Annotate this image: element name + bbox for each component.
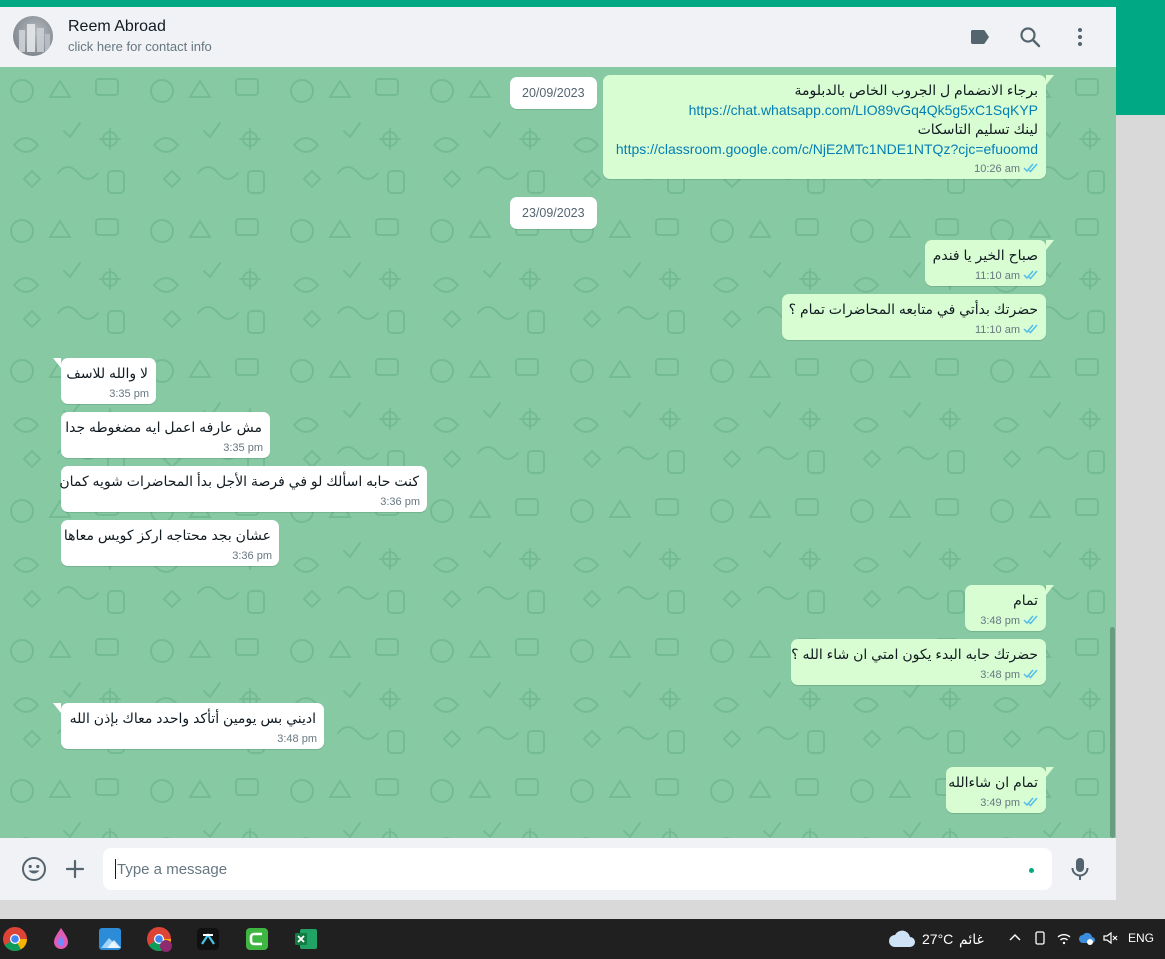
message-text: صباح الخير يا فندم (932, 247, 1038, 263)
chrome-profile-icon[interactable] (144, 924, 174, 954)
bubble-tail (1046, 240, 1054, 250)
incoming-message[interactable]: لا والله للاسف 3:35 pm (53, 358, 156, 404)
read-receipt-icon (1023, 163, 1038, 173)
bubble-tail (53, 358, 61, 368)
attach-icon[interactable] (63, 857, 87, 881)
contact-info-hint[interactable]: click here for contact info (68, 39, 212, 54)
message-meta: 3:48 pm (980, 614, 1039, 627)
volume-muted-icon[interactable] (1101, 929, 1119, 947)
read-receipt-icon (1023, 797, 1038, 807)
message-text: مش عارفه اعمل ايه مضغوطه جدا (65, 419, 262, 435)
message-text: اديني بس يومين أتأكد واحدد معاك بإذن الل… (69, 710, 316, 726)
message-time: 10:26 am (974, 163, 1020, 175)
weather-widget[interactable]: 27°C غائم (888, 927, 988, 951)
chrome-icon[interactable] (0, 924, 30, 954)
input-language[interactable]: ENG (1128, 931, 1154, 945)
background-side-panel (1116, 0, 1165, 959)
read-receipt-icon (1023, 324, 1038, 334)
message-text: تمام (1013, 592, 1038, 608)
wifi-icon[interactable] (1055, 929, 1073, 947)
contact-name[interactable]: Reem Abroad (68, 18, 166, 36)
incoming-message[interactable]: مش عارفه اعمل ايه مضغوطه جدا 3:35 pm (61, 412, 270, 458)
message-time: 11:10 am (974, 269, 1020, 282)
read-receipt-icon (1023, 270, 1038, 280)
message-composer (0, 838, 1116, 900)
outgoing-message[interactable]: تمام ان شاءالله 3:49 pm (946, 767, 1054, 813)
read-receipt-icon (1023, 615, 1038, 625)
message-meta: 3:48 pm (980, 668, 1039, 681)
message-meta: 10:26 am (974, 162, 1039, 175)
message-time: 3:36 pm (380, 495, 420, 508)
message-time: 3:48 pm (277, 732, 317, 745)
message-link[interactable]: https://chat.whatsapp.com/LIO89vGq4Qk5g5… (612, 101, 1038, 121)
message-list[interactable]: 20/09/2023 23/09/2023 برجاء الانضمام ل ا… (0, 67, 1116, 838)
outgoing-message[interactable]: برجاء الانضمام ل الجروب الخاص بالدبلومة … (603, 75, 1054, 179)
message-text: حضرتك حابه البدء يكون امتي ان شاء الله ؟ (791, 646, 1038, 662)
cloud-sync-icon[interactable] (1078, 929, 1096, 947)
bubble-tail (53, 703, 61, 713)
message-meta: 11:10 am (975, 323, 1039, 336)
message-time: 3:48 pm (980, 668, 1020, 681)
message-meta: 3:49 pm (980, 796, 1039, 809)
incoming-message[interactable]: عشان بجد محتاجه اركز كويس معاها 3:36 pm (61, 520, 279, 566)
message-text: عشان بجد محتاجه اركز كويس معاها (63, 527, 271, 543)
read-receipt-icon (1023, 669, 1038, 679)
chat-scrollbar[interactable] (1110, 627, 1115, 838)
message-text: لينك تسليم التاسكات (917, 121, 1038, 137)
date-separator: 20/09/2023 (510, 77, 597, 109)
weather-condition: غائم (959, 931, 984, 947)
message-time: 3:36 pm (232, 549, 272, 562)
emoji-icon[interactable] (21, 856, 47, 882)
outgoing-message[interactable]: حضرتك حابه البدء يكون امتي ان شاء الله ؟… (791, 639, 1046, 685)
message-time: 3:35 pm (223, 441, 263, 454)
input-status-dot (1029, 868, 1034, 873)
outgoing-message[interactable]: تمام 3:48 pm (965, 585, 1054, 631)
label-icon[interactable] (968, 25, 992, 49)
message-text: كنت حابه اسألك لو في فرصة الأجل بدأ المح… (59, 473, 419, 489)
chat-header[interactable]: Reem Abroad click here for contact info (0, 7, 1116, 67)
message-text: تمام ان شاءالله (948, 774, 1038, 790)
message-time: 3:35 pm (109, 387, 149, 400)
message-text: برجاء الانضمام ل الجروب الخاص بالدبلومة (794, 82, 1038, 98)
bubble-tail (1046, 767, 1054, 777)
bubble-tail (1046, 585, 1054, 595)
message-meta: 11:10 am (975, 269, 1039, 282)
outgoing-message[interactable]: صباح الخير يا فندم 11:10 am (925, 240, 1054, 286)
text-caret (115, 859, 116, 879)
date-separator: 23/09/2023 (510, 197, 597, 229)
device-icon[interactable] (1031, 929, 1049, 947)
message-time: 3:48 pm (980, 614, 1020, 627)
chevron-up-icon[interactable] (1006, 929, 1024, 947)
message-time: 11:10 am (974, 323, 1020, 336)
excel-icon[interactable] (291, 924, 321, 954)
outgoing-message[interactable]: حضرتك بدأتي في متابعه المحاضرات تمام ؟ 1… (782, 294, 1046, 340)
incoming-message[interactable]: كنت حابه اسألك لو في فرصة الأجل بدأ المح… (59, 466, 427, 512)
message-input[interactable] (103, 848, 1052, 890)
capcut-icon[interactable] (193, 924, 223, 954)
whatsapp-window: Reem Abroad click here for contact info (0, 7, 1116, 900)
bubble-tail (1046, 75, 1054, 85)
more-options-icon[interactable] (1068, 25, 1092, 49)
app-top-accent-bar (0, 0, 1165, 7)
windows-taskbar: 27°C غائم ENG (0, 919, 1165, 959)
avatar[interactable] (13, 16, 53, 56)
photos-icon[interactable] (95, 924, 125, 954)
message-time: 3:49 pm (980, 796, 1020, 809)
weather-temperature: 27°C (922, 931, 954, 947)
microphone-icon[interactable] (1068, 856, 1092, 882)
message-link[interactable]: https://classroom.google.com/c/NjE2MTc1N… (612, 140, 1038, 160)
message-text: لا والله للاسف (66, 365, 148, 381)
camtasia-icon[interactable] (242, 924, 272, 954)
side-accent-block (1116, 0, 1165, 115)
message-text: حضرتك بدأتي في متابعه المحاضرات تمام ؟ (788, 301, 1038, 317)
search-icon[interactable] (1018, 25, 1042, 49)
cloud-icon (889, 930, 915, 947)
paint-drop-icon[interactable] (46, 924, 76, 954)
incoming-message[interactable]: اديني بس يومين أتأكد واحدد معاك بإذن الل… (53, 703, 324, 749)
